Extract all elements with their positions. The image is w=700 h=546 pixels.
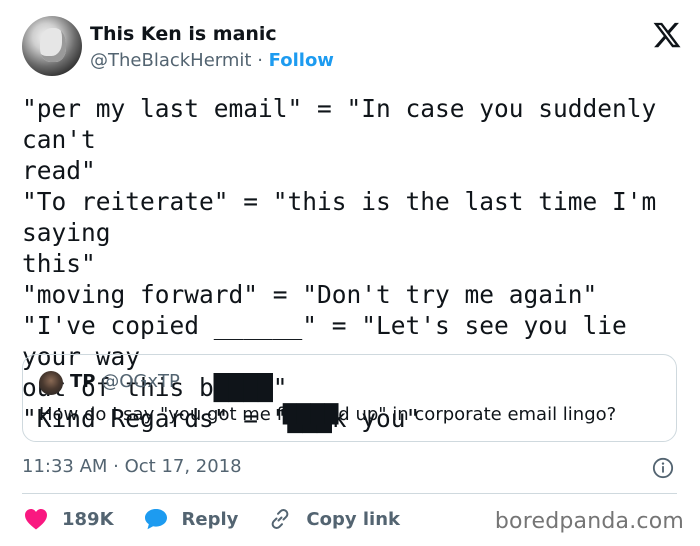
tweet-timestamp[interactable]: 11:33 AM · Oct 17, 2018 — [22, 455, 242, 479]
author-display-name[interactable]: This Ken is manic — [90, 22, 334, 46]
author-handle-row: @TheBlackHermit · Follow — [90, 48, 334, 74]
handle-separator: · — [257, 50, 263, 71]
quoted-text: How do I say "you got me f████d up" in c… — [39, 404, 617, 425]
like-button[interactable]: 189K — [24, 508, 114, 530]
x-logo-icon[interactable] — [652, 20, 682, 50]
copy-link-label: Copy link — [306, 508, 400, 530]
likes-count: 189K — [62, 508, 114, 530]
heart-icon — [25, 509, 47, 530]
avatar-figure — [40, 28, 66, 62]
quoted-tweet[interactable]: TP @OGxTP How do I say "you got me f████… — [22, 354, 677, 442]
action-bar: 189K Reply Copy link — [24, 505, 430, 533]
quoted-display-name: TP — [70, 371, 96, 392]
quoted-header: TP @OGxTP — [70, 370, 180, 394]
reply-bubble-icon — [144, 509, 167, 530]
boredpanda-watermark: boredpanda.com — [494, 509, 684, 534]
tweet-header: This Ken is manic @TheBlackHermit · Foll… — [22, 16, 682, 80]
copy-link-button[interactable]: Copy link — [268, 507, 400, 531]
author-handle[interactable]: @TheBlackHermit — [90, 50, 251, 71]
author-avatar[interactable] — [22, 16, 82, 76]
reply-label: Reply — [181, 508, 239, 530]
info-icon[interactable] — [652, 457, 674, 479]
quoted-avatar[interactable] — [39, 371, 63, 395]
divider — [22, 493, 677, 494]
link-icon — [271, 509, 289, 529]
quoted-handle: @OGxTP — [101, 371, 180, 392]
reply-button[interactable]: Reply — [144, 508, 239, 530]
follow-button[interactable]: Follow — [269, 50, 334, 71]
author-names: This Ken is manic @TheBlackHermit · Foll… — [90, 22, 334, 74]
